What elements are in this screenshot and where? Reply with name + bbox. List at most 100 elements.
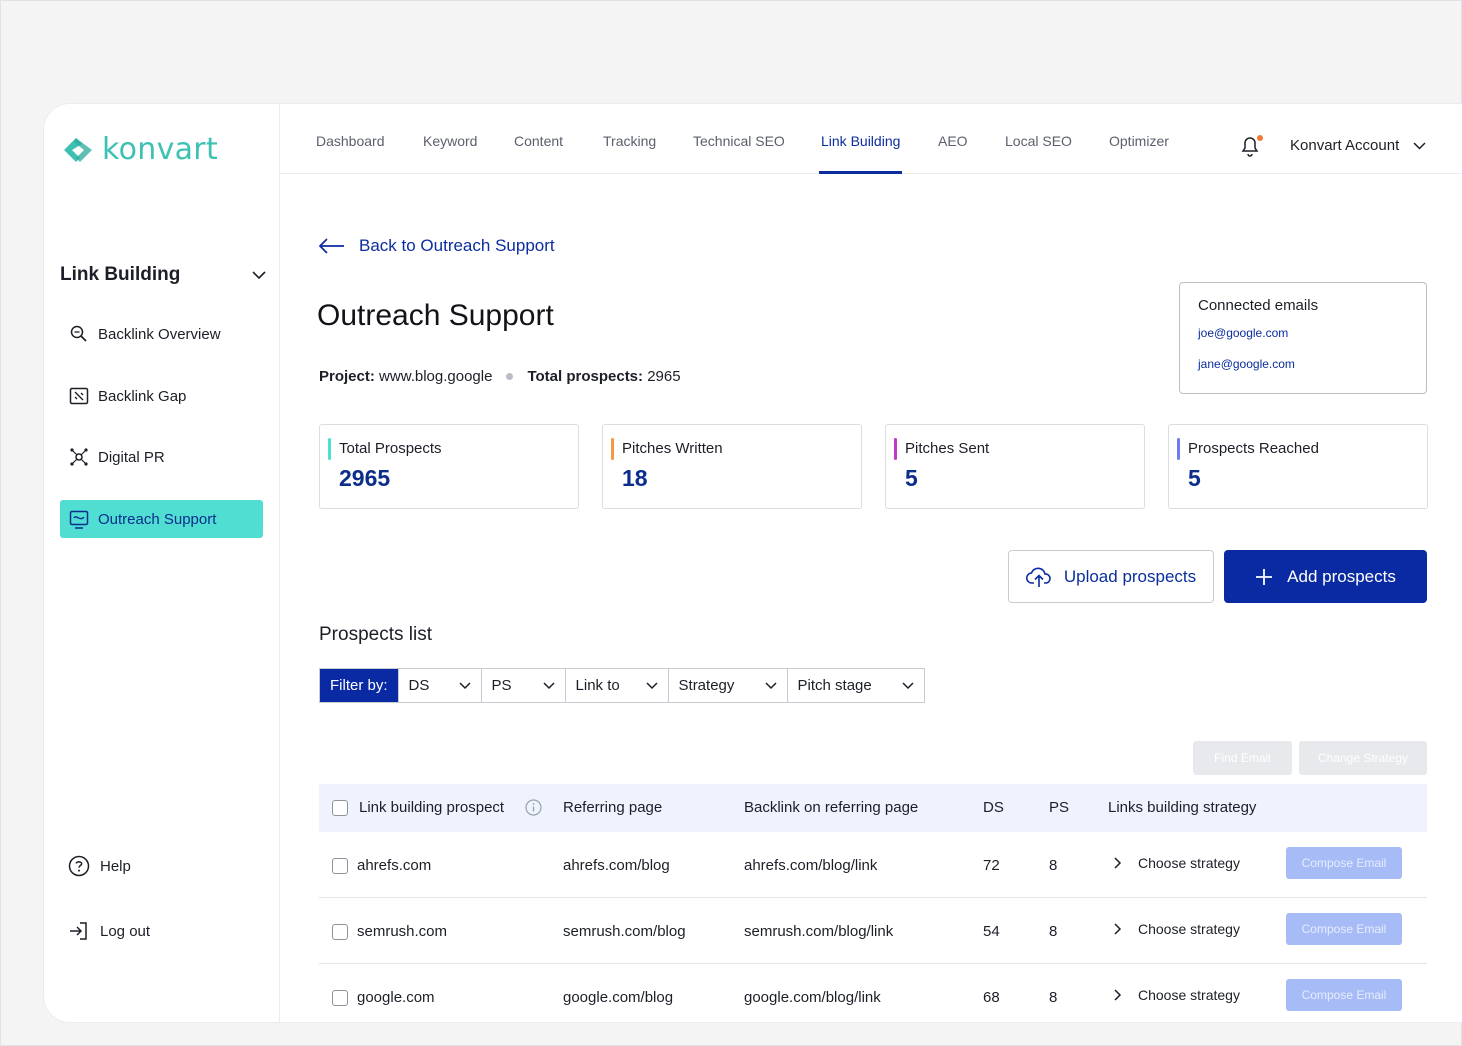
filter-pitch-stage[interactable]: Pitch stage	[786, 669, 924, 702]
tab-link-building[interactable]: Link Building	[818, 133, 903, 174]
info-icon[interactable]	[525, 799, 542, 816]
account-menu[interactable]: Konvart Account	[1290, 137, 1426, 154]
compose-email-button[interactable]: Compose Email	[1286, 847, 1402, 879]
logout-link[interactable]: Log out	[68, 920, 150, 942]
filter-link-to[interactable]: Link to	[564, 669, 668, 702]
choose-strategy-toggle[interactable]: Choose strategy	[1114, 855, 1240, 871]
compose-email-button[interactable]: Compose Email	[1286, 979, 1402, 1011]
column-header-strategy[interactable]: Links building strategy	[1108, 799, 1256, 816]
prospects-list-title: Prospects list	[319, 624, 432, 645]
sidebar: konvart Link Building Backlink Overview …	[44, 104, 280, 1022]
sidebar-section-link-building[interactable]: Link Building	[60, 264, 266, 286]
arrow-left-icon	[319, 238, 344, 254]
section-title: Link Building	[60, 264, 181, 285]
brand-name: konvart	[102, 132, 219, 167]
logo[interactable]: konvart	[60, 132, 218, 167]
sidebar-item-digital-pr[interactable]: Digital PR	[60, 438, 263, 476]
chevron-down-icon	[645, 681, 658, 689]
top-navigation: Dashboard Keyword Content Tracking Techn…	[280, 104, 1462, 174]
choose-strategy-toggle[interactable]: Choose strategy	[1114, 987, 1240, 1003]
cell-referring-page[interactable]: semrush.com/blog	[563, 923, 686, 940]
cell-backlink[interactable]: ahrefs.com/blog/link	[744, 857, 877, 874]
tab-tracking[interactable]: Tracking	[603, 133, 656, 174]
cell-referring-page[interactable]: ahrefs.com/blog	[563, 857, 670, 874]
sidebar-item-backlink-gap[interactable]: Backlink Gap	[60, 377, 263, 415]
column-header-ds[interactable]: DS	[983, 799, 1004, 816]
stat-value: 2965	[339, 465, 391, 491]
cell-backlink[interactable]: google.com/blog/link	[744, 989, 881, 1006]
tab-keyword[interactable]: Keyword	[423, 133, 477, 174]
tab-aeo[interactable]: AEO	[938, 133, 968, 174]
filter-ds[interactable]: DS	[397, 669, 481, 702]
column-header-ps[interactable]: PS	[1049, 799, 1069, 816]
connected-email-item[interactable]: joe@google.com	[1198, 326, 1408, 340]
tab-local-seo[interactable]: Local SEO	[1005, 133, 1072, 174]
upload-prospects-button[interactable]: Upload prospects	[1008, 550, 1214, 603]
add-label: Add prospects	[1287, 566, 1396, 586]
notification-bell-icon[interactable]	[1239, 134, 1265, 158]
choose-strategy-toggle[interactable]: Choose strategy	[1114, 921, 1240, 937]
find-email-button[interactable]: Find Email	[1193, 741, 1292, 775]
stat-label: Pitches Sent	[905, 440, 990, 457]
help-link[interactable]: Help	[68, 855, 131, 877]
screen-frame: konvart Link Building Backlink Overview …	[0, 0, 1462, 1046]
cell-backlink[interactable]: semrush.com/blog/link	[744, 923, 893, 940]
column-header-prospect[interactable]: Link building prospect	[359, 799, 504, 816]
cell-ps: 8	[1049, 857, 1058, 874]
filter-ps[interactable]: PS	[480, 669, 565, 702]
column-header-referring-page[interactable]: Referring page	[563, 799, 662, 816]
select-all-checkbox[interactable]	[332, 800, 348, 816]
cell-referring-page[interactable]: google.com/blog	[563, 989, 673, 1006]
stat-pitches-sent: Pitches Sent 5	[885, 424, 1145, 509]
chevron-down-icon	[252, 270, 266, 279]
tab-content[interactable]: Content	[514, 133, 563, 174]
stat-value: 5	[1188, 465, 1201, 491]
project-info: Project: www.blog.google	[319, 368, 492, 385]
prospects-info: Total prospects: 2965	[527, 368, 680, 385]
cell-prospect[interactable]: ahrefs.com	[357, 857, 431, 874]
project-label: Project:	[319, 368, 375, 385]
add-prospects-button[interactable]: Add prospects	[1224, 550, 1427, 603]
change-strategy-button[interactable]: Change Strategy	[1299, 741, 1427, 775]
help-label: Help	[100, 857, 131, 875]
search-link-icon	[70, 325, 87, 342]
filter-by-label: Filter by:	[320, 669, 398, 702]
connected-emails-card: Connected emails joe@google.com jane@goo…	[1179, 282, 1427, 394]
logout-icon	[70, 922, 87, 940]
row-checkbox[interactable]	[332, 990, 348, 1006]
row-checkbox[interactable]	[332, 924, 348, 940]
sidebar-item-label: Backlink Overview	[98, 325, 221, 343]
cloud-upload-icon	[1025, 567, 1051, 587]
chevron-right-icon	[1114, 923, 1122, 935]
table-row: ahrefs.com ahrefs.com/blog ahrefs.com/bl…	[319, 832, 1427, 898]
filter-label: Strategy	[678, 677, 735, 694]
row-checkbox[interactable]	[332, 858, 348, 874]
stat-pitches-written: Pitches Written 18	[602, 424, 862, 509]
back-link[interactable]: Back to Outreach Support	[319, 236, 555, 256]
tab-optimizer[interactable]: Optimizer	[1109, 133, 1169, 174]
prospects-value: 2965	[647, 368, 681, 385]
column-header-backlink[interactable]: Backlink on referring page	[744, 799, 918, 816]
filter-strategy[interactable]: Strategy	[667, 669, 787, 702]
compose-email-button[interactable]: Compose Email	[1286, 913, 1402, 945]
chevron-down-icon	[458, 681, 471, 689]
chevron-right-icon	[1114, 857, 1122, 869]
cell-prospect[interactable]: semrush.com	[357, 923, 447, 940]
network-icon	[70, 448, 88, 466]
cell-ps: 8	[1049, 989, 1058, 1006]
chevron-down-icon	[1413, 141, 1426, 150]
connected-emails-title: Connected emails	[1198, 297, 1319, 314]
strategy-label: Choose strategy	[1138, 987, 1240, 1003]
sidebar-item-label: Digital PR	[98, 448, 165, 466]
sidebar-item-backlink-overview[interactable]: Backlink Overview	[60, 315, 263, 353]
sidebar-item-outreach-support[interactable]: Outreach Support	[60, 500, 263, 538]
connected-email-item[interactable]: jane@google.com	[1198, 357, 1408, 371]
tab-technical-seo[interactable]: Technical SEO	[693, 133, 785, 174]
filter-label: PS	[491, 677, 512, 694]
sidebar-item-label: Outreach Support	[98, 510, 217, 528]
plus-icon	[1256, 568, 1273, 585]
stat-accent-bar	[1177, 438, 1180, 460]
cell-prospect[interactable]: google.com	[357, 989, 435, 1006]
chevron-down-icon	[542, 681, 555, 689]
tab-dashboard[interactable]: Dashboard	[316, 133, 385, 174]
